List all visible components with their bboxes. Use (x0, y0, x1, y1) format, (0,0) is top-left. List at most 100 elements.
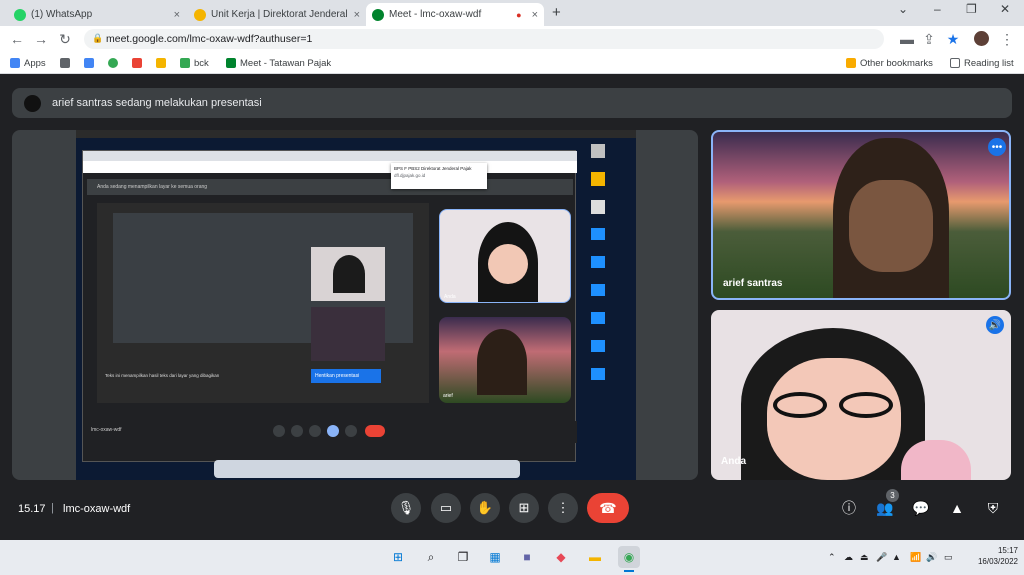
clock[interactable]: 15:17 16/03/2022 (966, 545, 1018, 567)
tooltip-url: dfl.djpajak.go.id (394, 173, 426, 178)
bookmark-meet[interactable]: Meet - Tatawan Pajak (226, 55, 331, 71)
close-tab-icon[interactable]: × (354, 9, 360, 21)
presenter-avatar (24, 95, 41, 112)
bookmark-icon (132, 58, 142, 68)
hang-up-icon: ☎ (599, 499, 617, 516)
bookmark-3[interactable] (108, 55, 122, 71)
teams-icon[interactable]: ■ (516, 546, 538, 568)
shared-address-bar (83, 161, 577, 173)
folder-icon (591, 228, 605, 240)
inner-tab-tooltip: BPS F PBS2 Direktorat Jenderal Pajak dfl… (391, 163, 487, 189)
whatsapp-icon (14, 8, 26, 21)
menu-kebab-icon[interactable]: ⋮ (998, 30, 1016, 48)
more-options-button[interactable]: ⋮ (548, 493, 578, 523)
inner-person-2 (477, 329, 527, 395)
new-tab-button[interactable]: + (552, 4, 561, 21)
separator: | (51, 502, 54, 514)
participant-shirt (901, 440, 971, 480)
back-arrow-icon[interactable]: ← (8, 30, 26, 48)
speaking-indicator-icon: 🔊 (986, 316, 1004, 334)
bookmark-icon (156, 58, 166, 68)
stop-presenting-button[interactable]: Hentikan presentasi (311, 369, 381, 383)
bookmark-icon (108, 58, 118, 68)
task-view-icon[interactable]: ❐ (452, 546, 474, 568)
tab-search-icon[interactable]: ⌄ (898, 2, 908, 16)
present-button[interactable]: ⊞ (509, 493, 539, 523)
reading-list[interactable]: Reading list (950, 55, 1014, 71)
site-icon (194, 8, 206, 21)
tooltip-title: BPS F PBS2 Direktorat Jenderal Pajak (394, 166, 472, 171)
inner-hand-button (309, 425, 321, 437)
raise-hand-button[interactable]: ✋ (470, 493, 500, 523)
battery-icon[interactable]: ▭ (944, 552, 953, 563)
start-icon[interactable]: ⊞ (387, 546, 409, 568)
app-icon[interactable]: ◆ (550, 546, 572, 568)
more-options-icon[interactable]: ••• (988, 138, 1006, 156)
camera-button[interactable]: ▭ (431, 493, 461, 523)
volume-icon[interactable]: 🔊 (926, 552, 937, 563)
address-bar[interactable]: 🔒 meet.google.com/lmc-oxaw-wdf?authuser=… (84, 29, 884, 49)
tab-whatsapp[interactable]: (1) WhatsApp × (8, 3, 186, 26)
microphone-button[interactable]: 🎙 (391, 493, 421, 523)
lock-icon: 🔒 (92, 33, 104, 43)
tab-meet[interactable]: Meet - lmc-oxaw-wdf ● × (366, 3, 544, 26)
chrome-icon[interactable]: ◉ (618, 546, 640, 568)
nested-stage: Hentikan presentasi Teks ini menampilkan… (97, 203, 429, 403)
share-icon[interactable]: ⇪ (920, 30, 938, 48)
forward-arrow-icon[interactable]: → (32, 30, 50, 48)
other-bookmarks[interactable]: Other bookmarks (846, 55, 933, 71)
show-hidden-icons[interactable]: ⌃ (828, 552, 836, 563)
glasses-left (773, 392, 827, 418)
inner-present-button (327, 425, 339, 437)
shared-menubar (76, 130, 636, 138)
shared-screen: Anda sedang menampilkan layar ke semua o… (76, 130, 636, 480)
participant-face (767, 358, 901, 480)
bookmark-5[interactable] (156, 55, 170, 71)
file-explorer-icon[interactable]: ▬ (584, 546, 606, 568)
tab-unit-kerja[interactable]: Unit Kerja | Direktorat Jenderal P × (188, 3, 366, 26)
meeting-details-icon[interactable]: ⓘ (839, 498, 859, 518)
participant-tile-arief[interactable]: ••• arief santras (711, 130, 1011, 300)
bookmark-2[interactable] (84, 55, 98, 71)
weather-icon: ☁ (844, 552, 853, 562)
bookmark-apps[interactable]: Apps (10, 55, 46, 71)
maximize-button[interactable]: ❐ (966, 2, 977, 16)
close-window-button[interactable]: ✕ (1000, 2, 1010, 16)
recording-icon: ● (516, 9, 522, 20)
widgets-icon[interactable]: ▦ (484, 546, 506, 568)
inner-dock (214, 460, 520, 478)
camera-indicator-icon[interactable]: ▬ (898, 30, 916, 48)
meeting-code: lmc-oxaw-wdf (63, 503, 131, 515)
meet-icon (372, 8, 384, 21)
desktop-icon (591, 200, 605, 214)
inner-mic-button (273, 425, 285, 437)
end-call-button[interactable]: ☎ (587, 493, 629, 523)
profile-avatar[interactable] (974, 31, 989, 46)
microphone-tray-icon: 🎤 (876, 552, 888, 562)
bookmark-1[interactable] (60, 55, 74, 71)
wifi-icon[interactable]: 📶 (910, 552, 921, 563)
activities-icon[interactable]: ▲ (947, 498, 967, 518)
participant-name: Anda (721, 456, 746, 467)
reload-icon[interactable]: ↻ (56, 30, 74, 48)
presenting-banner: arief santras sedang melakukan presentas… (12, 88, 1012, 118)
bookmark-4[interactable] (132, 55, 146, 71)
windows-taskbar (0, 540, 1024, 575)
chat-icon[interactable]: 💬 (911, 498, 931, 518)
participant-tile-anda[interactable]: 🔊 Anda (711, 310, 1011, 480)
inner-more-button (345, 425, 357, 437)
apps-grid-icon (10, 58, 20, 68)
close-tab-icon[interactable]: × (532, 9, 538, 21)
host-controls-icon[interactable]: ⛨ (983, 498, 1003, 518)
bookmark-bck[interactable]: bck (180, 55, 209, 71)
present-icon: ⊞ (518, 500, 530, 515)
inner-camera-button (291, 425, 303, 437)
inner-end-call-button (365, 425, 385, 437)
close-tab-icon[interactable]: × (174, 9, 180, 21)
minimize-button[interactable]: – (934, 2, 941, 16)
glasses-right (839, 392, 893, 418)
bookmark-star-icon[interactable]: ★ (944, 30, 962, 48)
folder-icon (591, 284, 605, 296)
search-icon[interactable]: ⌕ (420, 546, 442, 568)
folder-icon (591, 368, 605, 380)
